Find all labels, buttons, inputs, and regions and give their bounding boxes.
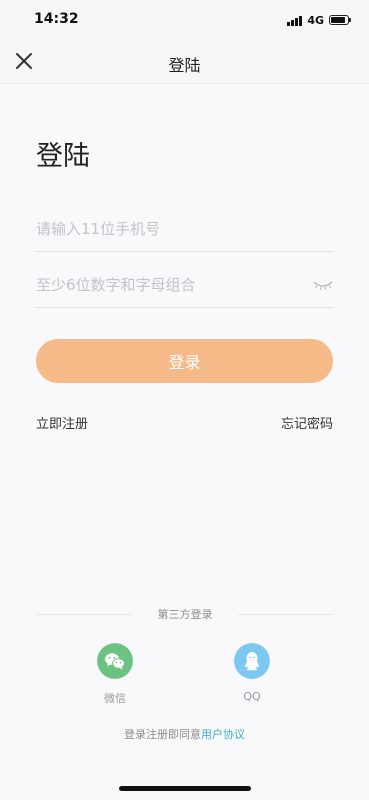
phone-input[interactable] xyxy=(36,207,296,251)
status-bar: 14:32 4G xyxy=(0,0,369,40)
toggle-password-visibility-button[interactable] xyxy=(312,277,334,291)
signal-icon xyxy=(287,15,303,26)
nav-bar: 登陆 xyxy=(0,40,369,84)
battery-icon xyxy=(329,15,351,25)
password-field xyxy=(36,263,334,308)
wechat-login-button[interactable]: 微信 xyxy=(85,643,145,706)
wechat-icon xyxy=(97,643,133,679)
qq-label: QQ xyxy=(243,690,261,703)
qq-login-button[interactable]: QQ xyxy=(222,643,282,703)
nav-title: 登陆 xyxy=(168,56,201,75)
agreement-prefix: 登录注册即同意 xyxy=(124,728,201,741)
third-party-divider: 第三方登录 xyxy=(36,606,334,622)
phone-field xyxy=(36,207,334,252)
page-title: 登陆 xyxy=(36,141,90,172)
user-agreement-link[interactable]: 用户协议 xyxy=(201,728,245,741)
qq-icon xyxy=(234,643,270,679)
forgot-password-link[interactable]: 忘记密码 xyxy=(281,413,333,432)
login-button[interactable]: 登录 xyxy=(36,339,333,383)
divider-right xyxy=(238,614,334,615)
status-time: 14:32 xyxy=(34,11,79,27)
wechat-label: 微信 xyxy=(104,692,126,705)
login-content: 登陆 登录 立即注册 忘记密码 第三方登录 xyxy=(0,84,369,800)
password-input[interactable] xyxy=(36,263,296,307)
status-indicators: 4G xyxy=(287,13,351,27)
register-link[interactable]: 立即注册 xyxy=(36,413,88,432)
network-type: 4G xyxy=(307,13,324,27)
eye-closed-icon xyxy=(313,281,333,291)
agreement-text: 登录注册即同意用户协议 xyxy=(0,726,369,742)
home-indicator xyxy=(119,786,251,791)
